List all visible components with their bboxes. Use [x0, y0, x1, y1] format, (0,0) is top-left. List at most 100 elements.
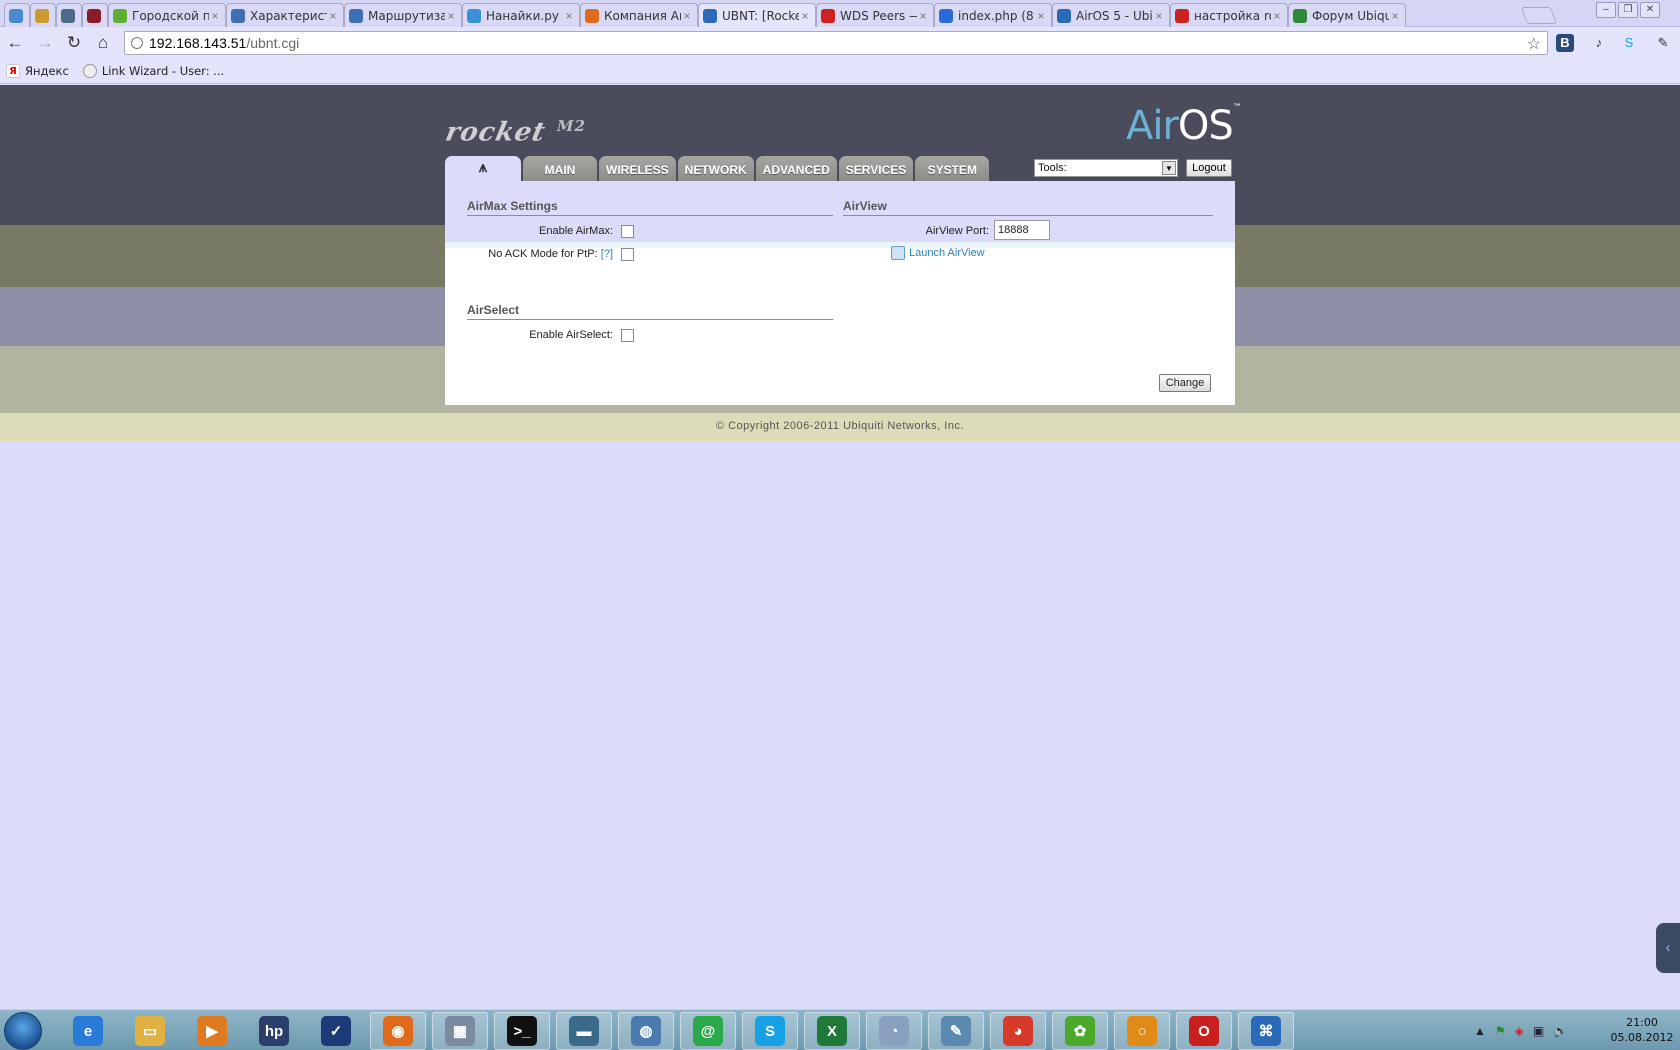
skype-extension-icon[interactable]: S [1620, 34, 1638, 52]
browser-tab[interactable]: index.php (81 × [934, 3, 1052, 27]
bookmarks-bar: Я Яндекс Link Wizard - User: ... [0, 59, 1680, 84]
browser-tab[interactable]: AirOS 5 - Ubiq × [1052, 3, 1170, 27]
tab-close-icon[interactable]: × [1153, 9, 1165, 23]
launch-airview-link[interactable]: Launch AirView [891, 246, 985, 260]
tools-select[interactable]: Tools: ▼ [1034, 159, 1178, 177]
vk-extension-icon[interactable]: В [1556, 34, 1574, 52]
taskbar-app-satellite[interactable]: ◍ [618, 1012, 674, 1050]
taskbar-app-icq[interactable]: ✿ [1052, 1012, 1108, 1050]
taskbar-app-notepad[interactable]: ✎ [928, 1012, 984, 1050]
minimize-icon[interactable]: – [1596, 2, 1616, 18]
clock[interactable]: 21:00 05.08.2012 [1604, 1012, 1680, 1050]
tab-close-icon[interactable]: × [799, 9, 811, 23]
network-icon[interactable]: ▣ [1533, 1024, 1544, 1038]
help-link[interactable]: [?] [601, 248, 613, 260]
tab-ubiquiti-home[interactable]: ⩚ [445, 156, 521, 181]
taskbar-app-monitor[interactable]: ▬ [556, 1012, 612, 1050]
taskbar-app-task-manager[interactable]: ✓ [308, 1012, 364, 1050]
airview-port-input[interactable]: 18888 [994, 220, 1050, 240]
tab-title: UBNT: [Rocke [722, 9, 799, 23]
flag-icon[interactable]: ⚑ [1495, 1024, 1506, 1038]
tab-close-icon[interactable]: × [1389, 9, 1401, 23]
launch-airview-label: Launch AirView [909, 247, 985, 259]
browser-tab[interactable]: Городской пс × [108, 3, 226, 27]
tab-close-icon[interactable]: × [327, 9, 339, 23]
taskbar-app-calculator[interactable]: ▦ [432, 1012, 488, 1050]
tab-wireless[interactable]: WIRELESS [599, 156, 676, 181]
tab-close-icon[interactable]: × [681, 9, 693, 23]
browser-tab[interactable]: Нанайки.ру - × [462, 3, 580, 27]
taskbar-app-opera[interactable]: O [1176, 1012, 1232, 1050]
browser-tab[interactable] [82, 3, 108, 27]
music-extension-icon[interactable]: ♪ [1590, 34, 1608, 52]
tab-active[interactable]: UBNT: [Rocke × [698, 3, 816, 28]
tab-close-icon[interactable]: × [563, 9, 575, 23]
page-info-icon[interactable] [131, 37, 143, 49]
tab-advanced[interactable]: ADVANCED [755, 156, 837, 181]
chevron-down-icon[interactable]: ▼ [1162, 161, 1176, 175]
section-divider [467, 215, 833, 216]
taskbar-app-hp[interactable]: hp [246, 1012, 302, 1050]
forward-icon[interactable]: → [34, 33, 56, 53]
browser-tab[interactable]: настройка roc× [1170, 3, 1288, 27]
tab-close-icon[interactable]: × [917, 9, 929, 23]
tray-expand-icon[interactable]: ▲ [1474, 1024, 1486, 1038]
logout-button[interactable]: Logout [1186, 159, 1232, 177]
taskbar-app-chrome[interactable]: ◕ [990, 1012, 1046, 1050]
taskbar-app-mail-agent[interactable]: @ [680, 1012, 736, 1050]
enable-airmax-checkbox[interactable] [621, 225, 634, 238]
back-icon[interactable]: ← [4, 33, 26, 53]
browser-tab[interactable]: Форум Ubiqu × [1288, 3, 1406, 27]
airview-icon [891, 246, 905, 260]
tab-close-icon[interactable]: × [1035, 9, 1047, 23]
address-bar[interactable]: 192.168.143.51/ubnt.cgi ☆ [124, 31, 1548, 55]
taskbar-app-firefox[interactable]: ◉ [370, 1012, 426, 1050]
tab-services[interactable]: SERVICES [838, 156, 914, 181]
tab-close-icon[interactable]: × [445, 9, 457, 23]
browser-tab[interactable]: Маршрутизат× [344, 3, 462, 27]
restore-icon[interactable]: ❐ [1618, 2, 1638, 18]
hp-icon: hp [259, 1016, 289, 1046]
close-icon[interactable]: ✕ [1640, 2, 1660, 18]
bookmark-star-icon[interactable]: ☆ [1527, 34, 1541, 54]
noack-checkbox[interactable] [621, 248, 634, 261]
tab-close-icon[interactable]: × [209, 9, 221, 23]
side-panel-handle[interactable]: ‹ [1656, 923, 1680, 973]
antivirus-icon[interactable]: ◈ [1515, 1024, 1524, 1038]
tab-close-icon[interactable]: × [1271, 9, 1283, 23]
start-button[interactable] [4, 1012, 42, 1050]
settings-panel: AirMax Settings Enable AirMax: No ACK Mo… [445, 181, 1235, 405]
browser-tab[interactable] [30, 3, 56, 27]
browser-tab[interactable]: Характеристи× [226, 3, 344, 27]
browser-tab[interactable] [4, 3, 30, 27]
windows-taskbar: e ▭ ▶ hp ✓ ◉ ▦ >_ ▬ ◍ @ S X ◔ ✎ ◕ ✿ ○ O ⌘ ▲ ⚑ ◈ ▣ 🔈 21:00 0… [0, 1009, 1680, 1050]
enable-airselect-checkbox[interactable] [621, 329, 634, 342]
browser-tab[interactable] [56, 3, 82, 27]
volume-icon[interactable]: 🔈 [1553, 1024, 1568, 1038]
tab-network[interactable]: NETWORK [677, 156, 754, 181]
new-tab-button[interactable] [1520, 7, 1558, 24]
bookmark-link-wizard[interactable]: Link Wizard - User: ... [82, 64, 224, 78]
browser-tab[interactable]: Компания Ай × [580, 3, 698, 27]
reload-icon[interactable]: ↻ [63, 33, 85, 53]
taskbar-app-skype[interactable]: S [742, 1012, 798, 1050]
bookmark-yandex[interactable]: Я Яндекс [6, 64, 69, 78]
taskbar-app-network-app[interactable]: ⌘ [1238, 1012, 1294, 1050]
tab-system[interactable]: SYSTEM [915, 156, 990, 181]
taskbar-app-excel[interactable]: X [804, 1012, 860, 1050]
tab-main[interactable]: MAIN [523, 156, 597, 181]
home-icon[interactable]: ⌂ [92, 33, 114, 53]
tab-favicon-icon [703, 9, 717, 23]
taskbar-app-disc[interactable]: ◔ [866, 1012, 922, 1050]
section-divider [843, 215, 1213, 216]
wrench-menu-icon[interactable]: ✎ [1654, 34, 1672, 52]
tab-favicon-icon [35, 8, 49, 23]
taskbar-app-explorer[interactable]: ▭ [122, 1012, 178, 1050]
taskbar-app-ie[interactable]: e [60, 1012, 116, 1050]
change-button[interactable]: Change [1159, 374, 1211, 392]
browser-tab[interactable]: WDS Peers — × [816, 3, 934, 27]
taskbar-app-ring-app[interactable]: ○ [1114, 1012, 1170, 1050]
icq-icon: ✿ [1065, 1016, 1095, 1046]
taskbar-app-cmd[interactable]: >_ [494, 1012, 550, 1050]
taskbar-app-media-player[interactable]: ▶ [184, 1012, 240, 1050]
